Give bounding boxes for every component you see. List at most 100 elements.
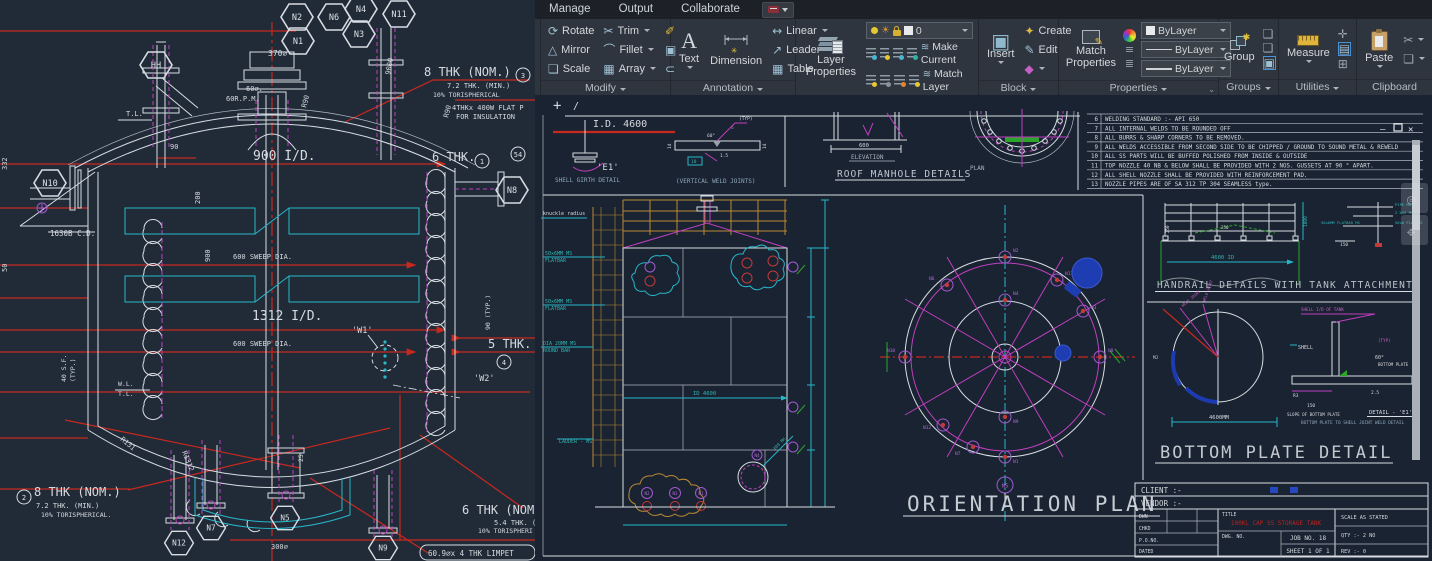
layer-on-icon[interactable] xyxy=(866,75,876,86)
copy-clip-button[interactable]: ❏ xyxy=(1401,50,1427,67)
cut-button[interactable]: ✂ xyxy=(1401,31,1427,48)
svg-text:N8: N8 xyxy=(1108,348,1114,354)
svg-text:'W1': 'W1' xyxy=(352,326,372,336)
rotate-button[interactable]: ⟳Rotate xyxy=(546,22,596,39)
mirror-button[interactable]: △Mirror xyxy=(546,41,596,58)
color-wheel-icon[interactable] xyxy=(1123,29,1136,42)
panel-block: ▣ Insert ✦Create ✎Edit ◆ Block xyxy=(979,19,1059,95)
scale-button[interactable]: ❏Scale xyxy=(546,60,596,77)
svg-text:3: 3 xyxy=(521,72,525,80)
trim-icon: ✂ xyxy=(603,25,613,37)
svg-text:NOZZLE PIPES ARE OF SA 312 TP: NOZZLE PIPES ARE OF SA 312 TP 304 SEAMLE… xyxy=(1105,182,1273,188)
bulb-icon xyxy=(871,27,878,34)
svg-text:2.5: 2.5 xyxy=(1371,390,1379,396)
layer-isolate-icon[interactable] xyxy=(893,48,903,59)
paste-button[interactable]: Paste xyxy=(1362,31,1396,68)
text-button[interactable]: A Text xyxy=(676,30,702,69)
tab-output[interactable]: Output xyxy=(605,0,668,19)
group-edit-icon[interactable]: ❏ xyxy=(1263,42,1276,54)
panel-title-annotation[interactable]: Annotation xyxy=(671,80,795,95)
tag-n1: N1 xyxy=(293,37,303,47)
layer-unlock-icon[interactable] xyxy=(909,75,919,86)
match-properties-button[interactable]: Match Properties xyxy=(1064,30,1118,69)
panel-title-modify[interactable]: Modify xyxy=(541,80,670,95)
layer-off-icon[interactable] xyxy=(880,48,890,59)
svg-text:7: 7 xyxy=(1095,126,1099,132)
pan-hand-icon: ✥ xyxy=(1407,225,1415,240)
svg-text:BOTTOM PLATE: BOTTOM PLATE xyxy=(1378,362,1409,367)
chevron-down-icon xyxy=(757,88,763,91)
layer-thaw-icon[interactable] xyxy=(880,75,890,86)
measure-button[interactable]: Measure xyxy=(1284,35,1333,63)
ungroup-icon[interactable]: ❏ xyxy=(1263,28,1276,40)
edit-block-icon: ✎ xyxy=(1024,44,1034,56)
svg-text:WELDING STANDARD :- API 650: WELDING STANDARD :- API 650 xyxy=(1105,117,1200,123)
lineweight-select[interactable]: ByLayer xyxy=(1141,60,1232,77)
dimension-button[interactable]: ✳ Dimension xyxy=(707,32,765,67)
lineweight-icon: ≣ xyxy=(1125,58,1134,70)
svg-text:N2: N2 xyxy=(644,491,650,496)
chevron-down-icon xyxy=(644,29,650,32)
select-all-icon[interactable]: ▤ xyxy=(1338,42,1351,56)
drawing-close-button[interactable]: ✕ xyxy=(1408,125,1413,135)
object-color-select[interactable]: ByLayer xyxy=(1141,22,1232,39)
svg-text:10% TORISPHERI: 10% TORISPHERI xyxy=(478,527,533,535)
svg-text:ALL SS PARTS WILL BE BUFFED PO: ALL SS PARTS WILL BE BUFFED POLISHED FRO… xyxy=(1105,154,1308,160)
panel-title-groups[interactable]: Groups xyxy=(1219,79,1278,95)
svg-text:14: 14 xyxy=(762,143,768,149)
svg-text:ALL INTERNAL WELDS TO BE ROUND: ALL INTERNAL WELDS TO BE ROUNDED OFF xyxy=(1105,126,1231,132)
layer-select[interactable]: ☀ 0 xyxy=(866,22,973,39)
layer-lock-icon[interactable] xyxy=(907,48,917,59)
insert-button[interactable]: ▣ Insert xyxy=(984,35,1018,64)
svg-text:ALL SHELL NOZZLE SHALL BE PROV: ALL SHELL NOZZLE SHALL BE PROVIDED WITH … xyxy=(1105,173,1307,179)
svg-text:60R.P.M.: 60R.P.M. xyxy=(226,95,260,103)
chevron-down-icon xyxy=(1377,65,1383,68)
svg-text:ALL BURRS & SHARP CORNERS TO B: ALL BURRS & SHARP CORNERS TO BE REMOVED. xyxy=(1105,136,1245,142)
trim-button[interactable]: ✂Trim xyxy=(601,22,658,39)
svg-text:332: 332 xyxy=(1,157,9,170)
chevron-down-icon xyxy=(1039,67,1045,70)
svg-text:50x6MM FLATBAR MS: 50x6MM FLATBAR MS xyxy=(1321,220,1361,225)
svg-text:N12: N12 xyxy=(923,425,931,431)
svg-text:N2: N2 xyxy=(1013,248,1019,254)
svg-text:9: 9 xyxy=(1095,145,1099,151)
tab-manage[interactable]: Manage xyxy=(535,0,605,19)
svg-text:370⌀: 370⌀ xyxy=(268,49,287,58)
handrail-title: HANDRAIL DETAILS WITH TANK ATTACHMENT xyxy=(1157,280,1413,291)
tag-n8: N8 xyxy=(507,186,517,196)
panel-title-properties[interactable]: Properties ⌄ xyxy=(1059,80,1218,95)
svg-text:900: 900 xyxy=(204,249,212,262)
workspace-dropdown[interactable] xyxy=(762,2,794,18)
drawing-minimize-button[interactable]: — xyxy=(1380,125,1386,135)
svg-text:10% TORISPHERICAL: 10% TORISPHERICAL xyxy=(433,91,500,99)
tag-n10: N10 xyxy=(42,179,57,189)
svg-text:DWG. NO.: DWG. NO. xyxy=(1222,534,1245,540)
quick-select-icon[interactable]: ✛ xyxy=(1338,28,1351,40)
array-button[interactable]: ▦Array xyxy=(601,60,658,77)
tab-collaborate[interactable]: Collaborate xyxy=(667,0,754,19)
panel-title-utilities[interactable]: Utilities xyxy=(1279,79,1356,95)
match-layer-button[interactable]: ≋ Match Layer xyxy=(923,68,973,93)
sheet-number: SHEET 1 OF 1 xyxy=(1286,548,1330,555)
svg-text:90: 90 xyxy=(170,143,178,151)
svg-text:N4: N4 xyxy=(754,453,760,458)
linetype-select[interactable]: ByLayer xyxy=(1141,41,1232,58)
layer-properties-button[interactable]: Layer Properties xyxy=(801,37,861,78)
chevron-down-icon xyxy=(1306,60,1312,63)
make-current-button[interactable]: ≋ Make Current xyxy=(921,41,973,66)
svg-text:'W2': 'W2' xyxy=(474,374,494,384)
model-space-canvas[interactable]: + / I.D. 4600 'E1' SHELL GIRTH DETAIL (T… xyxy=(535,95,1432,561)
panel-title-block[interactable]: Block xyxy=(979,80,1058,95)
svg-text:QTY :- 2 NO: QTY :- 2 NO xyxy=(1341,533,1375,539)
svg-text:ELEVATION: ELEVATION xyxy=(851,154,884,161)
fillet-button[interactable]: ⌒Fillet xyxy=(601,41,658,58)
layer-freeze-icon[interactable] xyxy=(866,48,876,59)
layer-sun-icon[interactable] xyxy=(894,75,904,86)
svg-text:N9: N9 xyxy=(1013,419,1019,425)
chevron-down-icon xyxy=(687,66,693,69)
tag-n11: N11 xyxy=(391,10,406,20)
quick-calc-icon[interactable]: ⊞ xyxy=(1338,58,1351,70)
group-selection-icon[interactable]: ▣ xyxy=(1263,56,1276,70)
svg-text:ROUND BAR: ROUND BAR xyxy=(543,348,571,354)
group-button[interactable]: Group xyxy=(1221,36,1258,63)
